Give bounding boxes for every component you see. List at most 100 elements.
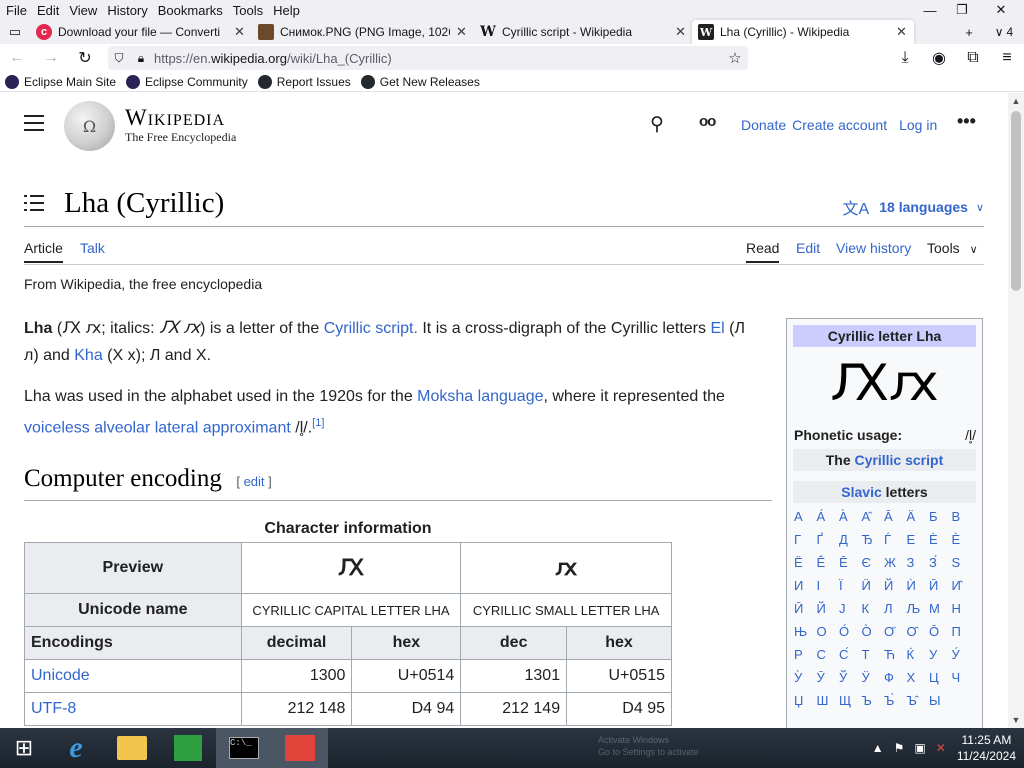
- voiceless-lateral-link[interactable]: voiceless alveolar lateral approximant: [24, 419, 291, 436]
- letter-link[interactable]: Ѐ: [952, 532, 975, 551]
- slavic-link[interactable]: Slavic: [841, 484, 881, 500]
- store-icon[interactable]: [160, 728, 216, 768]
- close-tab-icon[interactable]: ✕: [456, 24, 467, 40]
- letter-link[interactable]: Ӥ: [862, 578, 885, 597]
- command-prompt-icon[interactable]: C:\_: [216, 728, 272, 768]
- letter-link[interactable]: Ê: [817, 555, 840, 574]
- letter-link[interactable]: Щ: [839, 693, 862, 712]
- letter-link[interactable]: Й: [817, 601, 840, 620]
- close-tab-icon[interactable]: ✕: [675, 24, 686, 40]
- letter-link[interactable]: Ē: [839, 555, 862, 574]
- encoding-link[interactable]: Unicode: [24, 659, 242, 693]
- wikipedia-globe-logo[interactable]: Ω: [64, 101, 115, 151]
- letter-link[interactable]: Ӱ: [862, 670, 885, 689]
- letter-link[interactable]: А̄: [884, 509, 907, 528]
- appearance-icon[interactable]: oo: [699, 113, 716, 130]
- letter-link[interactable]: Ō: [929, 624, 952, 643]
- letter-link[interactable]: Ъ: [862, 693, 885, 712]
- file-explorer-icon[interactable]: [104, 728, 160, 768]
- letter-link[interactable]: О̀: [862, 624, 885, 643]
- languages-button[interactable]: 文A 18 languages ∨: [843, 195, 984, 219]
- letter-link[interactable]: І: [817, 578, 840, 597]
- address-bar[interactable]: ⛉ 🔒︎ https://en.wikipedia.org/wiki/Lha_(…: [108, 46, 748, 70]
- letter-link[interactable]: Н: [952, 601, 975, 620]
- letter-link[interactable]: И̂: [952, 578, 975, 597]
- extensions-icon[interactable]: ⧉: [956, 44, 990, 72]
- tab-talk[interactable]: Talk: [80, 240, 105, 256]
- browser-tab[interactable]: Снимок.PNG (PNG Image, 1026 ✕: [252, 20, 474, 44]
- letter-link[interactable]: Е: [907, 532, 930, 551]
- wikipedia-wordmark[interactable]: Wikipedia The Free Encyclopedia: [125, 105, 236, 145]
- restore-icon[interactable]: ❐: [946, 0, 978, 20]
- letter-link[interactable]: А: [794, 509, 817, 528]
- letter-link[interactable]: Ђ: [862, 532, 885, 551]
- bookmark-item[interactable]: Eclipse Community: [121, 74, 253, 89]
- letter-link[interactable]: Ѐ: [929, 532, 952, 551]
- moksha-language-link[interactable]: Moksha language: [417, 388, 543, 405]
- letter-link[interactable]: Ы: [929, 693, 952, 712]
- letter-link[interactable]: С́: [839, 647, 862, 666]
- volume-muted-icon[interactable]: ✕: [936, 741, 946, 755]
- letter-link[interactable]: Ӯ: [817, 670, 840, 689]
- encoding-link[interactable]: UTF-8: [24, 692, 242, 726]
- letter-link[interactable]: Ј: [839, 601, 862, 620]
- letter-link[interactable]: Њ: [794, 624, 817, 643]
- download-icon[interactable]: ⤓: [888, 44, 922, 72]
- minimize-icon[interactable]: —: [914, 0, 946, 20]
- el-link[interactable]: El: [710, 320, 724, 337]
- letter-link[interactable]: С: [817, 647, 840, 666]
- search-icon[interactable]: ⚲: [650, 113, 664, 136]
- section-edit-link[interactable]: edit: [244, 474, 265, 489]
- menu-history[interactable]: History: [102, 3, 152, 18]
- letter-link[interactable]: Р: [794, 647, 817, 666]
- menu-file[interactable]: File: [0, 3, 32, 18]
- letter-link[interactable]: А́: [817, 509, 840, 528]
- letter-link[interactable]: О̂: [907, 624, 930, 643]
- letter-link[interactable]: Ґ: [817, 532, 840, 551]
- cyrillic-script-infobox-link[interactable]: Cyrillic script: [855, 452, 944, 468]
- letter-link[interactable]: И: [794, 578, 817, 597]
- letter-link[interactable]: Б: [929, 509, 952, 528]
- reference-1[interactable]: [1]: [312, 417, 324, 429]
- letter-link[interactable]: Ӣ: [794, 601, 817, 620]
- bookmark-item[interactable]: Report Issues: [253, 74, 356, 89]
- tab-list-icon[interactable]: ▭: [0, 20, 30, 44]
- more-options-icon[interactable]: •••: [957, 111, 976, 132]
- browser-tab[interactable]: c Download your file — Converti ✕: [30, 20, 252, 44]
- letter-link[interactable]: Ъ̂: [907, 693, 930, 712]
- bookmark-item[interactable]: Get New Releases: [356, 74, 485, 89]
- letter-link[interactable]: Ѝ: [907, 578, 930, 597]
- browser-tab-active[interactable]: W Lha (Cyrillic) - Wikipedia ✕: [692, 20, 914, 44]
- letter-link[interactable]: К: [862, 601, 885, 620]
- bookmark-star-icon[interactable]: ☆: [722, 49, 748, 67]
- letter-link[interactable]: Ф: [884, 670, 907, 689]
- menu-tools[interactable]: Tools: [228, 3, 268, 18]
- tab-read[interactable]: Read: [746, 240, 780, 263]
- letter-link[interactable]: О́: [839, 624, 862, 643]
- letter-link[interactable]: В: [952, 509, 975, 528]
- menu-help[interactable]: Help: [268, 3, 305, 18]
- letter-link[interactable]: Ч: [952, 670, 975, 689]
- letter-link[interactable]: О: [817, 624, 840, 643]
- letter-link[interactable]: Ш: [817, 693, 840, 712]
- close-tab-icon[interactable]: ✕: [896, 24, 907, 40]
- windows-start-icon[interactable]: ⊞: [0, 728, 48, 768]
- tab-edit[interactable]: Edit: [796, 240, 820, 256]
- scroll-down-icon[interactable]: ▼: [1008, 712, 1024, 728]
- lock-icon[interactable]: 🔒︎: [130, 51, 152, 66]
- letter-link[interactable]: Ќ: [907, 647, 930, 666]
- letter-link[interactable]: Ѓ: [884, 532, 907, 551]
- letter-link[interactable]: О̆: [884, 624, 907, 643]
- close-window-icon[interactable]: ✕: [978, 0, 1024, 20]
- letter-link[interactable]: Й: [884, 578, 907, 597]
- letter-link[interactable]: У: [929, 647, 952, 666]
- letter-link[interactable]: Ӓ: [907, 509, 930, 528]
- letter-link[interactable]: Ћ: [884, 647, 907, 666]
- letter-link[interactable]: Є: [862, 555, 885, 574]
- donate-link[interactable]: Donate: [741, 117, 786, 133]
- page-scrollbar[interactable]: ▲ ▼: [1008, 93, 1024, 728]
- internet-explorer-icon[interactable]: e: [48, 728, 104, 768]
- tab-tools[interactable]: Tools ∨: [927, 240, 978, 256]
- shield-icon[interactable]: ⛉: [108, 51, 130, 66]
- scroll-up-icon[interactable]: ▲: [1008, 93, 1024, 109]
